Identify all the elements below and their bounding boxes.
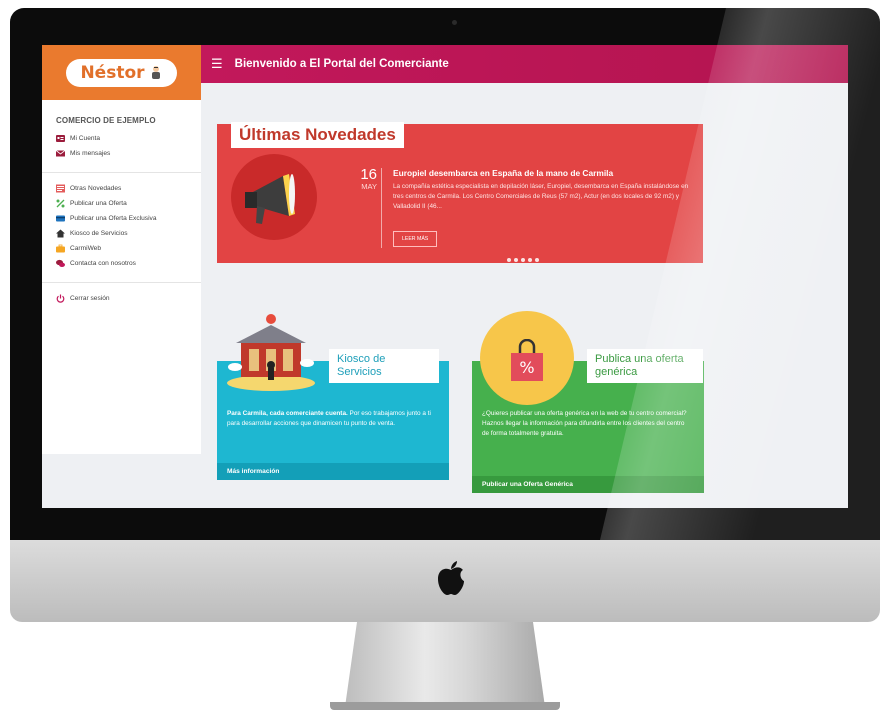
sidebar-divider [42, 282, 201, 283]
news-card: Últimas Novedades 16 MAY Europiel desemb… [217, 122, 703, 263]
carousel-dot[interactable] [507, 258, 511, 262]
kiosk-card: Kiosco de Servicios Para Carmila, cada c… [217, 314, 449, 480]
monitor-stand-base [330, 702, 560, 710]
header-bar: ☰ Bienvenido a El Portal del Comerciante [201, 45, 848, 83]
monitor-stand [345, 622, 545, 707]
header-title: Bienvenido a El Portal del Comerciante [234, 58, 449, 70]
sidebar-item-publicar-oferta[interactable]: Publicar una Oferta [56, 196, 201, 211]
mascot-icon [151, 65, 160, 79]
news-section-title: Últimas Novedades [231, 122, 404, 148]
logo-area[interactable]: Néstor [42, 45, 201, 100]
news-image [231, 154, 317, 240]
logo[interactable]: Néstor [66, 58, 177, 87]
chat-icon [56, 259, 65, 267]
shopping-bag-icon: % [511, 339, 543, 381]
logout-button[interactable]: Cerrar sesión [56, 291, 201, 306]
sidebar-item-kiosco[interactable]: Kiosco de Servicios [56, 226, 201, 241]
carousel-dot[interactable] [528, 258, 532, 262]
promo-card: % Publica una oferta genérica ¿Quieres p… [472, 311, 704, 493]
kiosk-card-title: Kiosco de Servicios [329, 349, 439, 383]
imac-mockup: Néstor ☰ Bienvenido a El Portal del Come… [0, 0, 888, 713]
date-divider [381, 168, 382, 248]
carousel-dot[interactable] [535, 258, 539, 262]
company-name: COMERCIO DE EJEMPLO [56, 116, 156, 125]
logo-text: Néstor [80, 62, 145, 83]
sidebar-item-mis-mensajes[interactable]: Mis mensajes [56, 146, 201, 161]
kiosk-more-info-link[interactable]: Más información [217, 463, 449, 480]
news-month: MAY [361, 182, 377, 191]
screen: Néstor ☰ Bienvenido a El Portal del Come… [42, 45, 848, 508]
percent-icon [56, 199, 65, 208]
carousel-dots [507, 258, 539, 262]
sidebar-item-otras-novedades[interactable]: Otras Novedades [56, 181, 201, 196]
sidebar-item-label: Mis mensajes [70, 150, 111, 157]
home-icon [56, 229, 65, 238]
news-day: 16 [360, 166, 377, 183]
sidebar-item-label: Publicar una Oferta Exclusiva [70, 215, 157, 222]
carousel-dot[interactable] [514, 258, 518, 262]
publish-generic-offer-link[interactable]: Publicar una Oferta Genérica [472, 476, 704, 493]
sidebar-item-label: Publicar una Oferta [70, 200, 127, 207]
power-icon [56, 294, 65, 303]
logout-label: Cerrar sesión [70, 295, 110, 302]
sidebar-item-contacta[interactable]: Contacta con nosotros [56, 256, 201, 271]
apple-logo-icon [438, 561, 464, 595]
carousel-dot[interactable] [521, 258, 525, 262]
kiosk-illustration [227, 314, 315, 391]
sidebar-divider [42, 172, 201, 173]
id-card-icon [56, 135, 65, 142]
kiosk-card-text: Para Carmila, cada comerciante cuenta. P… [227, 409, 437, 429]
sidebar-item-oferta-exclusiva[interactable]: Publicar una Oferta Exclusiva [56, 211, 201, 226]
newspaper-icon [56, 184, 65, 193]
sidebar-item-label: CarmiWeb [70, 245, 102, 252]
svg-text:%: % [519, 358, 534, 377]
sidebar-item-carmiweb[interactable]: CarmiWeb [56, 241, 201, 256]
sidebar-account: COMERCIO DE EJEMPLO Mi Cuenta Mis mensaj… [42, 100, 201, 161]
sidebar-item-label: Contacta con nosotros [70, 260, 136, 267]
kiosk-card-text-bold: Para Carmila, cada comerciante cuenta. [227, 410, 348, 417]
sidebar-item-label: Kiosco de Servicios [70, 230, 128, 237]
camera-dot [452, 20, 457, 25]
sidebar-item-mi-cuenta[interactable]: Mi Cuenta [56, 131, 201, 146]
news-excerpt: La compañía estética especialista en dep… [393, 183, 689, 210]
menu-icon[interactable]: ☰ [211, 56, 223, 72]
sidebar-item-label: Mi Cuenta [70, 135, 101, 142]
promo-card-text: ¿Quieres publicar una oferta genérica en… [482, 410, 687, 437]
sidebar-nav: Otras Novedades Publicar una Oferta Publ… [42, 181, 201, 271]
read-more-button[interactable]: LEER MÁS [393, 231, 438, 247]
sidebar: COMERCIO DE EJEMPLO Mi Cuenta Mis mensaj… [42, 100, 201, 454]
sidebar-logout: Cerrar sesión [42, 291, 201, 306]
main-content: Últimas Novedades 16 MAY Europiel desemb… [217, 110, 832, 500]
briefcase-icon [56, 244, 65, 253]
promo-card-title: Publica una oferta genérica [587, 349, 703, 383]
news-title[interactable]: Europiel desembarca en España de la mano… [393, 168, 613, 178]
megaphone-icon [245, 174, 295, 224]
envelope-icon [56, 150, 65, 157]
sidebar-item-label: Otras Novedades [70, 185, 122, 192]
top-bar: Néstor ☰ Bienvenido a El Portal del Come… [42, 45, 848, 100]
credit-card-icon [56, 215, 65, 222]
